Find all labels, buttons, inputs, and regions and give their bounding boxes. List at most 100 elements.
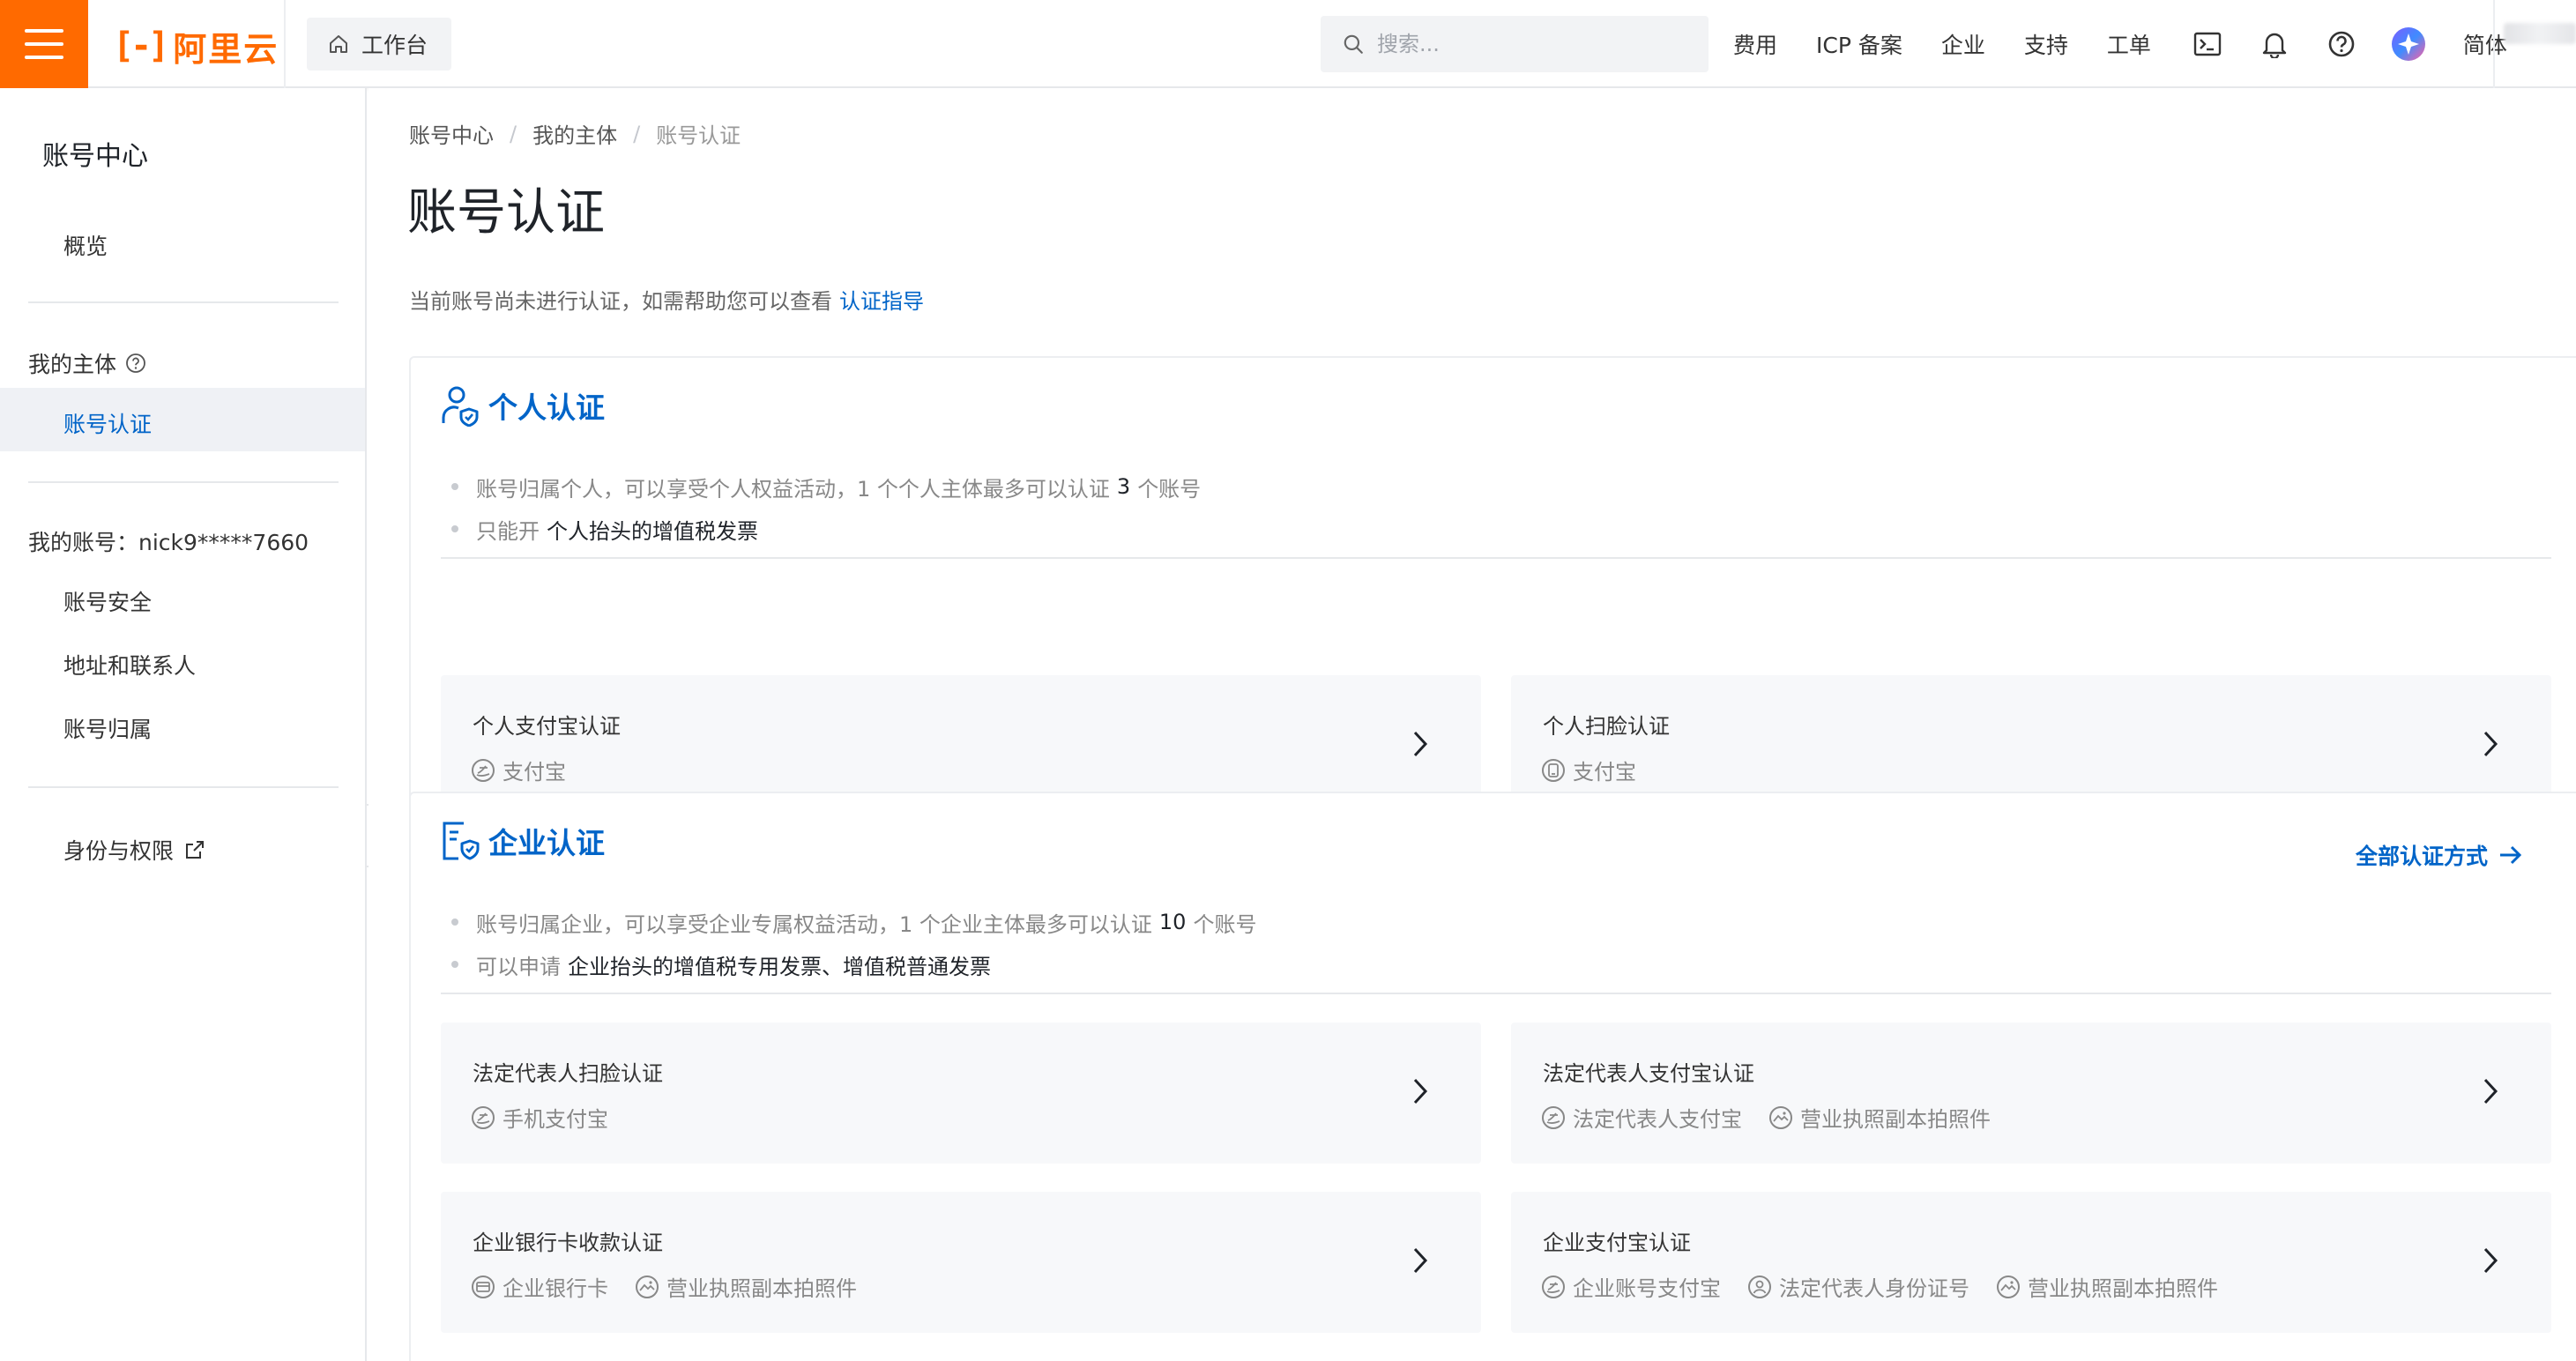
sidebar: 账号中心 概览 我的主体 账号认证 我的账号：nick9*****7660 账号… [0, 88, 367, 1361]
photo-icon [636, 1275, 659, 1298]
card-title: 企业认证 [488, 826, 605, 860]
option-tags: 企业银行卡 营业执照副本拍照件 [471, 1271, 883, 1302]
enterprise-bullets: 账号归属企业，可以享受企业专属权益活动，1 个企业主体最多可以认证 10 个账号 可… [451, 901, 1256, 985]
sidebar-item-active-bg [0, 388, 365, 451]
option-title: 个人支付宝认证 [473, 714, 621, 739]
sidebar-item-account-verification[interactable]: 账号认证 [63, 407, 152, 439]
option-tag: 法定代表人支付宝 [1541, 1102, 1742, 1133]
logo[interactable]: [-] 阿里云 [113, 26, 279, 69]
option-tag: 营业执照副本拍照件 [635, 1271, 857, 1302]
bullet: 可以申请 企业抬头的增值税专用发票、增值税普通发票 [451, 943, 1256, 985]
hamburger-icon [25, 29, 63, 59]
sidebar-item-ownership[interactable]: 账号归属 [63, 712, 152, 744]
option-tag: 企业账号支付宝 [1541, 1271, 1721, 1302]
enterprise-verification-card: 企业认证 全部认证方式 账号归属企业，可以享受企业专属权益活动，1 个企业主体最… [409, 792, 2576, 1361]
nav-icp[interactable]: ICP 备案 [1816, 28, 1902, 60]
option-tag: 支付宝 [471, 755, 566, 785]
chevron-right-icon [2483, 1247, 2498, 1274]
main-content: 账号中心 / 我的主体 / 账号认证 账号认证 当前账号尚未进行认证，如需帮助您… [369, 88, 2576, 1361]
option-title: 企业银行卡收款认证 [473, 1231, 663, 1255]
language-switch[interactable]: 简体 [2463, 28, 2507, 60]
user-account-blurred[interactable] [2504, 23, 2576, 44]
logo-mark: [-] [113, 26, 169, 66]
sidebar-group-label: 我的账号：nick9*****7660 [28, 530, 309, 555]
chevron-right-icon [1413, 1078, 1428, 1104]
option-title: 企业支付宝认证 [1543, 1231, 1691, 1255]
option-legal-rep-alipay[interactable]: 法定代表人支付宝认证 法定代表人支付宝 营业执照副本拍照件 [1511, 1023, 2551, 1164]
divider [284, 0, 286, 88]
sidebar-item-overview[interactable]: 概览 [63, 229, 108, 261]
sidebar-item-label: 身份与权限 [63, 838, 175, 864]
card-header: 企业认证 [441, 820, 605, 862]
photo-icon [1769, 1105, 1792, 1129]
chevron-right-icon [1413, 731, 1428, 757]
bullet: 账号归属个人，可以享受个人权益活动，1 个个人主体最多可以认证 3 个账号 [451, 465, 1201, 508]
nav-support[interactable]: 支持 [2024, 28, 2068, 60]
option-tag: 企业银行卡 [471, 1271, 608, 1302]
divider [28, 786, 339, 788]
personal-verification-card: 个人认证 账号归属个人，可以享受个人权益活动，1 个个人主体最多可以认证 3 个账号… [409, 356, 2576, 852]
search-input[interactable] [1377, 32, 1694, 56]
person-shield-icon [442, 386, 479, 427]
external-link-icon [186, 841, 205, 859]
guide-link[interactable]: 认证指导 [839, 289, 924, 314]
option-enterprise-alipay[interactable]: 企业支付宝认证 企业账号支付宝 法定代表人身份证号 营业执照副本拍照件 [1511, 1192, 2551, 1333]
menu-button[interactable] [0, 0, 88, 88]
alipay-icon [1542, 1275, 1565, 1298]
face-scan-icon [1542, 758, 1565, 782]
divider [2493, 0, 2495, 88]
sidebar-item-security[interactable]: 账号安全 [63, 585, 152, 617]
option-title: 个人扫脸认证 [1543, 714, 1670, 739]
option-title: 法定代表人支付宝认证 [1543, 1061, 1754, 1086]
search-icon [1344, 34, 1363, 54]
sidebar-item-address[interactable]: 地址和联系人 [63, 649, 196, 680]
nav-billing[interactable]: 费用 [1733, 28, 1777, 60]
breadcrumb-item[interactable]: 账号中心 [409, 118, 494, 149]
breadcrumb-current: 账号认证 [656, 123, 741, 148]
nav-enterprise[interactable]: 企业 [1941, 28, 1985, 60]
enterprise-shield-icon [443, 822, 480, 860]
bullet: 账号归属企业，可以享受企业专属权益活动，1 个企业主体最多可以认证 10 个账号 [451, 901, 1256, 943]
bullet: 只能开 个人抬头的增值税发票 [451, 508, 1201, 550]
option-bank-card[interactable]: 企业银行卡收款认证 企业银行卡 营业执照副本拍照件 [441, 1192, 1481, 1333]
sidebar-title: 账号中心 [42, 141, 148, 172]
option-tags: 支付宝 [1541, 755, 1663, 785]
option-tags: 企业账号支付宝 法定代表人身份证号 营业执照副本拍照件 [1541, 1271, 2245, 1302]
sidebar-group-label: 我的主体 [28, 352, 117, 377]
alipay-icon [472, 1105, 495, 1129]
option-tag: 营业执照副本拍照件 [1768, 1102, 1991, 1133]
search-box[interactable] [1321, 16, 1709, 72]
question-icon[interactable] [125, 353, 146, 374]
chevron-right-icon [1413, 1247, 1428, 1274]
page-description: 当前账号尚未进行认证，如需帮助您可以查看 认证指导 [409, 289, 924, 314]
option-tag: 手机支付宝 [471, 1102, 608, 1133]
workbench-button[interactable]: 工作台 [307, 18, 451, 71]
top-bar: [-] 阿里云 工作台 费用 ICP 备案 企业 支持 工单 简体 [0, 0, 2576, 88]
avatar-icon[interactable] [2391, 26, 2426, 62]
breadcrumb-item[interactable]: 我的主体 [532, 118, 617, 149]
option-legal-rep-face-scan[interactable]: 法定代表人扫脸认证 手机支付宝 [441, 1023, 1481, 1164]
personal-bullets: 账号归属个人，可以享受个人权益活动，1 个个人主体最多可以认证 3 个账号 只能开个… [451, 465, 1201, 550]
breadcrumb: 账号中心 / 我的主体 / 账号认证 [409, 118, 741, 149]
sidebar-group-account: 我的账号：nick9*****7660 [28, 525, 309, 557]
sidebar-group-entity: 我的主体 [28, 347, 146, 379]
divider [441, 557, 2551, 559]
chevron-right-icon [2483, 731, 2498, 757]
option-tag: 法定代表人身份证号 [1747, 1271, 1969, 1302]
option-tags: 手机支付宝 [471, 1102, 635, 1133]
bank-card-icon [472, 1275, 495, 1298]
sidebar-item-identity[interactable]: 身份与权限 [63, 834, 205, 866]
nav-ticket[interactable]: 工单 [2107, 28, 2151, 60]
alipay-icon [1542, 1105, 1565, 1129]
all-methods-link[interactable]: 全部认证方式 [2356, 839, 2523, 871]
page-title: 账号认证 [407, 184, 605, 242]
divider [441, 993, 2551, 994]
workbench-label: 工作台 [361, 33, 428, 58]
terminal-icon[interactable] [2190, 26, 2225, 62]
bell-icon[interactable] [2257, 26, 2292, 62]
option-tags: 法定代表人支付宝 营业执照副本拍照件 [1541, 1102, 2017, 1133]
help-icon[interactable] [2324, 26, 2359, 62]
top-nav: 费用 ICP 备案 企业 支持 工单 简体 [1733, 0, 2507, 88]
card-header: 个人认证 [441, 384, 605, 427]
home-icon [330, 35, 347, 53]
